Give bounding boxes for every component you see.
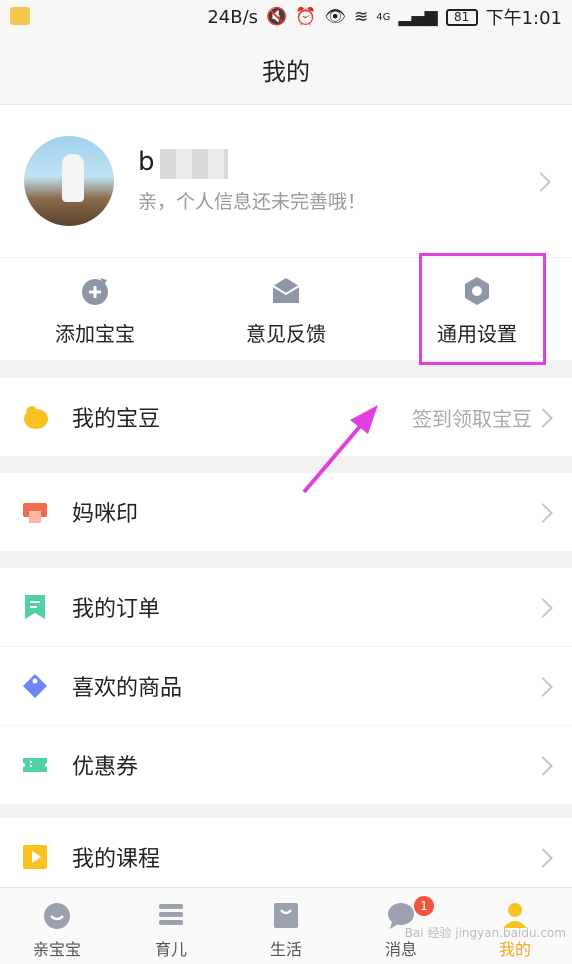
- profile-card[interactable]: b 亲，个人信息还未完善哦！: [0, 105, 572, 258]
- tab-parenting[interactable]: 育儿: [114, 888, 228, 964]
- battery-level: 81: [453, 10, 470, 24]
- tab-label: 育儿: [154, 940, 187, 959]
- signal-icon: ▂▄▆: [398, 7, 438, 27]
- avatar-figure: [62, 154, 84, 202]
- chevron-right-icon: [533, 408, 553, 428]
- beans-section: 我的宝豆 签到领取宝豆: [0, 378, 572, 456]
- feedback-button[interactable]: 意见反馈: [191, 258, 381, 360]
- chevron-right-icon: [533, 677, 553, 697]
- tab-label: 生活: [269, 940, 302, 959]
- avatar[interactable]: [24, 136, 114, 226]
- menu-item-coupons[interactable]: 优惠券: [0, 725, 572, 804]
- tab-label: 亲宝宝: [32, 940, 81, 959]
- menu-item-orders[interactable]: 我的订单: [0, 568, 572, 646]
- menu-item-mommy-print[interactable]: 妈咪印: [0, 473, 572, 551]
- eye-icon: 👁: [324, 7, 346, 27]
- mail-icon: [272, 278, 300, 303]
- network-type-label: 4G: [376, 11, 391, 23]
- status-indicators: 24B/s 🔇 ⏰ 👁 ≋ 4G ▂▄▆ 81 下午1:01: [207, 0, 562, 34]
- alarm-icon: ⏰: [295, 7, 317, 27]
- menu-item-label: 妈咪印: [72, 502, 139, 527]
- watermark-text: Bai 经验 jingyan.baidu.com: [404, 926, 566, 940]
- ticket-icon: [23, 758, 47, 772]
- menu-item-label: 喜欢的商品: [72, 676, 183, 701]
- chevron-right-icon: [533, 848, 553, 868]
- highlight-annotation-box: [419, 253, 546, 365]
- status-bar: 24B/s 🔇 ⏰ 👁 ≋ 4G ▂▄▆ 81 下午1:01: [0, 0, 572, 34]
- shopping-section: 我的订单 喜欢的商品 优惠券: [0, 568, 572, 804]
- menu-item-favorites[interactable]: 喜欢的商品: [0, 646, 572, 725]
- tag-icon: [23, 674, 47, 698]
- app-notification-icon: [10, 7, 30, 25]
- name-redaction-mosaic: [160, 149, 228, 179]
- menu-item-beans[interactable]: 我的宝豆 签到领取宝豆: [0, 378, 572, 456]
- menu-item-label: 我的宝豆: [72, 407, 161, 432]
- courses-section: 我的课程: [0, 818, 572, 887]
- clock: 下午1:01: [485, 8, 562, 29]
- chevron-right-icon: [533, 756, 553, 776]
- profile-name: b: [138, 147, 155, 177]
- menu-item-label: 我的课程: [72, 847, 161, 872]
- menu-item-label: 优惠券: [72, 755, 139, 780]
- print-section: 妈咪印: [0, 473, 572, 551]
- checkin-hint: 签到领取宝豆: [412, 406, 532, 431]
- chevron-right-icon: [533, 598, 553, 618]
- menu-item-label: 我的订单: [72, 597, 161, 622]
- add-baby-icon: [82, 278, 108, 305]
- add-baby-button[interactable]: 添加宝宝: [0, 258, 190, 360]
- printer-icon: [23, 503, 47, 523]
- mute-icon: 🔇: [266, 7, 288, 27]
- page-title: 我的: [262, 57, 310, 86]
- battery-icon: 81: [445, 8, 478, 26]
- order-bookmark-icon: [25, 595, 45, 619]
- page-title-bar: 我的: [0, 34, 572, 105]
- menu-lines-icon: [159, 904, 183, 925]
- add-baby-label: 添加宝宝: [55, 322, 135, 346]
- tab-life[interactable]: 生活: [229, 888, 343, 964]
- menu-item-courses[interactable]: 我的课程: [0, 818, 572, 887]
- bean-icon: [24, 406, 48, 429]
- feedback-label: 意见反馈: [246, 322, 326, 346]
- shopping-bag-icon: [274, 903, 298, 928]
- chevron-right-icon: [533, 503, 553, 523]
- tab-home[interactable]: 亲宝宝: [0, 888, 114, 964]
- network-speed: 24B/s: [207, 6, 259, 28]
- wifi-icon: ≋: [353, 7, 369, 27]
- profile-subtitle: 亲，个人信息还未完善哦！: [138, 191, 367, 213]
- home-face-icon: [44, 903, 70, 929]
- play-course-icon: [23, 845, 47, 869]
- unread-badge: 1: [414, 896, 434, 916]
- chevron-right-icon: [531, 172, 551, 192]
